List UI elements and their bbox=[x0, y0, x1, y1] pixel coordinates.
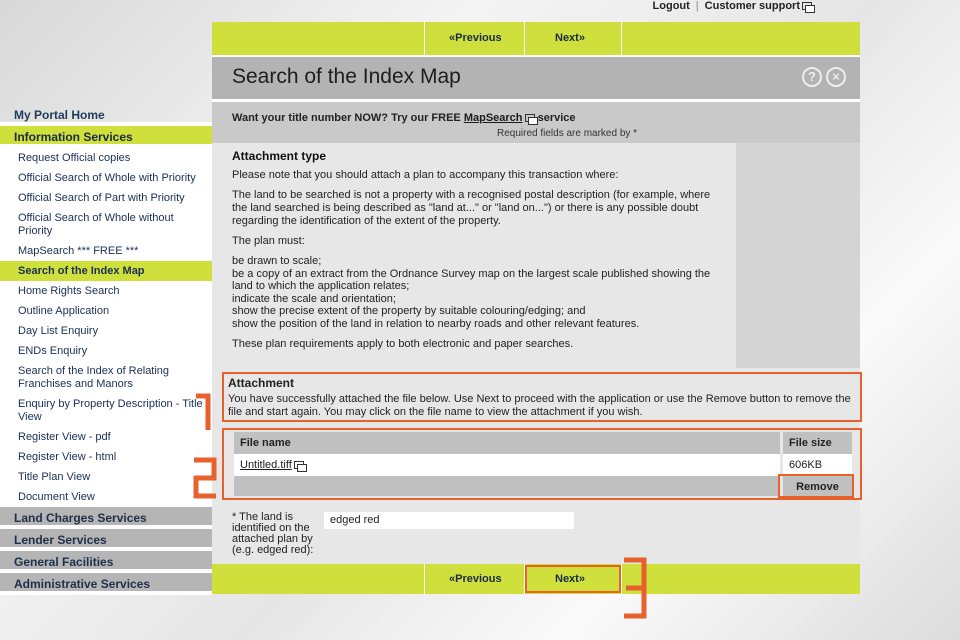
sidebar-item-general[interactable]: General Facilities bbox=[0, 551, 212, 573]
attachment-area: Attachment You have successfully attache… bbox=[212, 368, 862, 564]
sidebar-subitem-request-copies[interactable]: Request Official copies bbox=[0, 148, 212, 168]
content-left: Attachment type Please note that you sho… bbox=[212, 143, 736, 368]
sidebar-subitem-search-whole-no-priority[interactable]: Official Search of Whole without Priorit… bbox=[0, 208, 212, 241]
step-marker-1 bbox=[194, 392, 216, 432]
help-icon[interactable]: ? bbox=[802, 67, 822, 87]
next-button-top[interactable]: Next» bbox=[524, 22, 622, 55]
step-marker-2 bbox=[192, 456, 217, 500]
sidebar-subitem-index-map[interactable]: Search of the Index Map bbox=[0, 261, 212, 281]
sidebar-subitem-register-pdf[interactable]: Register View - pdf bbox=[0, 427, 212, 447]
file-name-cell: Untitled.tiff bbox=[234, 454, 780, 476]
next-button-bottom[interactable]: Next» bbox=[524, 564, 622, 594]
new-window-icon bbox=[293, 461, 307, 472]
attachment-heading: Attachment bbox=[228, 376, 295, 390]
sidebar-subitem-title-plan[interactable]: Title Plan View bbox=[0, 467, 212, 487]
file-size-header: File size bbox=[780, 432, 852, 454]
table-footer: Remove bbox=[234, 474, 854, 498]
condition-text: The land to be searched is not a propert… bbox=[232, 189, 711, 227]
promo-banner: Want your title number NOW? Try our FREE… bbox=[212, 99, 860, 143]
customer-support-link[interactable]: Customer support bbox=[704, 0, 815, 18]
sidebar: My Portal Home Information Services Requ… bbox=[0, 104, 212, 595]
attachment-section: Attachment You have successfully attache… bbox=[222, 372, 862, 422]
promo-text: Want your title number NOW? Try our FREE bbox=[232, 112, 464, 124]
mapsearch-link[interactable]: MapSearch bbox=[464, 112, 523, 124]
top-nav-bar: «Previous Next» bbox=[212, 22, 860, 55]
edged-label: * The land is identified on the attached… bbox=[232, 511, 314, 556]
requirement-item: show the precise extent of the property … bbox=[232, 305, 586, 317]
previous-button-bottom[interactable]: «Previous bbox=[424, 564, 522, 594]
apply-text: These plan requirements apply to both el… bbox=[232, 338, 574, 350]
title-bar: Search of the Index Map ? × bbox=[212, 55, 860, 99]
sidebar-subitem-ends-enquiry[interactable]: ENDs Enquiry bbox=[0, 341, 212, 361]
sidebar-subitem-day-list[interactable]: Day List Enquiry bbox=[0, 321, 212, 341]
requirement-item: be a copy of an extract from the Ordnanc… bbox=[232, 267, 711, 293]
promo-suffix: service bbox=[534, 112, 576, 124]
sidebar-subitem-search-part-priority[interactable]: Official Search of Part with Priority bbox=[0, 188, 212, 208]
new-window-icon bbox=[524, 114, 538, 125]
sidebar-item-portal-home[interactable]: My Portal Home bbox=[0, 104, 212, 126]
edged-field: * The land is identified on the attached… bbox=[212, 500, 860, 564]
sidebar-subitem-outline-application[interactable]: Outline Application bbox=[0, 301, 212, 321]
intro-text: Please note that you should attach a pla… bbox=[232, 169, 619, 181]
bottom-nav-bar: «Previous Next» bbox=[212, 564, 860, 594]
sidebar-subitem-search-whole-priority[interactable]: Official Search of Whole with Priority bbox=[0, 168, 212, 188]
attachment-type-heading: Attachment type bbox=[232, 149, 327, 163]
footer-spacer bbox=[234, 476, 780, 496]
edged-input[interactable]: edged red bbox=[324, 512, 574, 529]
sidebar-subitem-home-rights[interactable]: Home Rights Search bbox=[0, 281, 212, 301]
requirement-item: show the position of the land in relatio… bbox=[232, 317, 640, 330]
table-header: File name File size bbox=[234, 432, 852, 454]
page-title: Search of the Index Map bbox=[232, 65, 461, 88]
content-right bbox=[736, 143, 860, 368]
sidebar-item-information-services[interactable]: Information Services bbox=[0, 126, 212, 148]
sidebar-subitem-property-description[interactable]: Enquiry by Property Description - Title … bbox=[0, 394, 212, 427]
requirement-item: be drawn to scale; bbox=[232, 255, 322, 267]
new-window-icon bbox=[802, 2, 815, 13]
requirements-list: be drawn to scale; be a copy of an extra… bbox=[232, 255, 726, 330]
remove-button[interactable]: Remove bbox=[778, 474, 854, 498]
step-marker-3 bbox=[622, 556, 647, 620]
file-name-header: File name bbox=[240, 437, 291, 449]
table-row: Untitled.tiff 606KB bbox=[234, 454, 852, 476]
attachment-type-section: Attachment type Please note that you sho… bbox=[212, 143, 736, 368]
separator: | bbox=[695, 0, 699, 12]
sidebar-item-admin[interactable]: Administrative Services bbox=[0, 573, 212, 595]
sidebar-subitem-mapsearch[interactable]: MapSearch *** FREE *** bbox=[0, 241, 212, 261]
attachment-text: You have successfully attached the file … bbox=[228, 393, 851, 418]
title-icons: ? × bbox=[802, 67, 846, 87]
logout-link[interactable]: Logout bbox=[653, 0, 690, 18]
sidebar-item-land-charges[interactable]: Land Charges Services bbox=[0, 507, 212, 529]
main-panel: «Previous Next» Search of the Index Map … bbox=[212, 22, 862, 594]
file-table: File name File size Untitled.tiff 606KB … bbox=[222, 428, 862, 500]
sidebar-item-lender[interactable]: Lender Services bbox=[0, 529, 212, 551]
requirement-item: indicate the scale and orientation; bbox=[232, 292, 396, 305]
file-name-link[interactable]: Untitled.tiff bbox=[240, 459, 292, 471]
customer-support-label: Customer support bbox=[704, 0, 800, 12]
sidebar-subitem-document-view[interactable]: Document View bbox=[0, 487, 212, 507]
required-note: Required fields are marked by * bbox=[497, 128, 638, 139]
sidebar-subitem-franchises-manors[interactable]: Search of the Index of Relating Franchis… bbox=[0, 361, 212, 394]
sidebar-subitem-register-html[interactable]: Register View - html bbox=[0, 447, 212, 467]
top-links: Logout | Customer support bbox=[653, 0, 815, 18]
content-area: Attachment type Please note that you sho… bbox=[212, 143, 860, 368]
close-icon[interactable]: × bbox=[826, 67, 846, 87]
plan-must-text: The plan must: bbox=[232, 235, 305, 247]
previous-button-top[interactable]: «Previous bbox=[424, 22, 522, 55]
file-size-cell: 606KB bbox=[780, 454, 852, 476]
